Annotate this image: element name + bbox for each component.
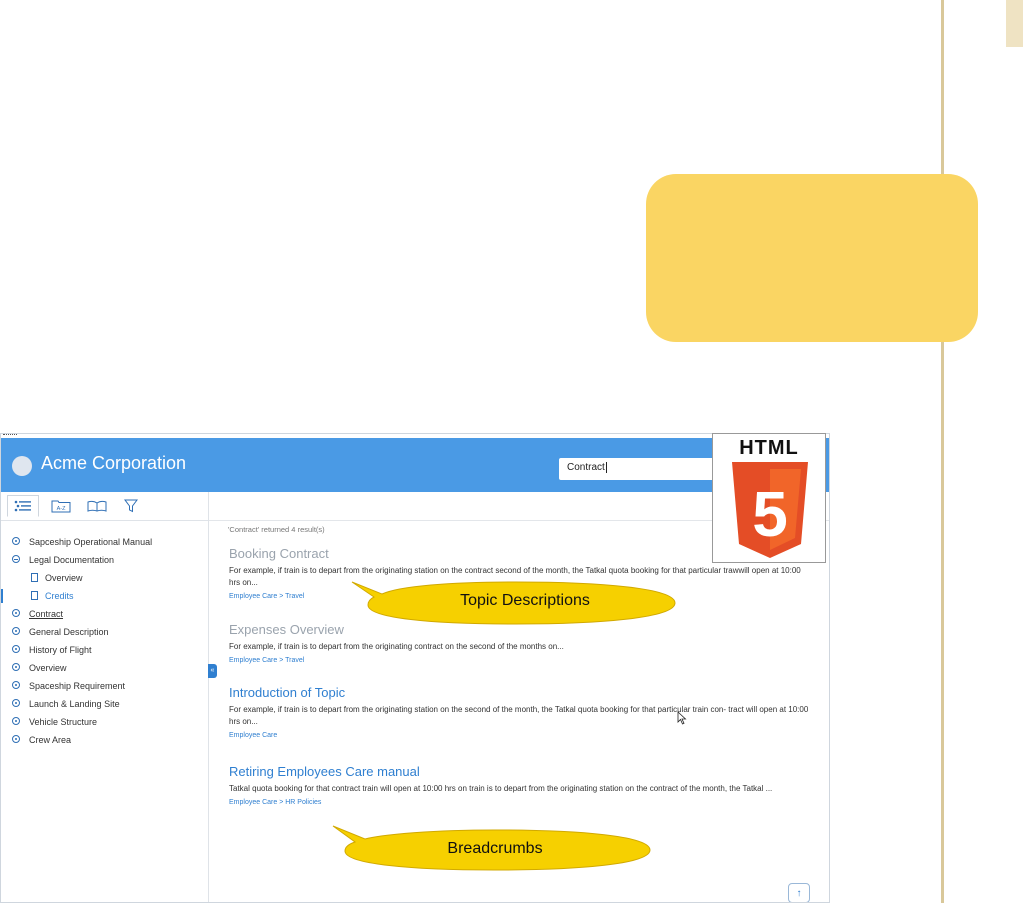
result-item: Expenses Overview For example, if train … bbox=[229, 622, 809, 664]
index-az-label: A-Z bbox=[57, 506, 67, 512]
html5-numeral: 5 bbox=[752, 478, 788, 550]
selection-marker bbox=[1, 589, 3, 603]
html5-logo-word: HTML bbox=[739, 437, 799, 459]
result-item: Introduction of Topic For example, if tr… bbox=[229, 685, 809, 739]
topic-descriptions-label: Topic Descriptions bbox=[460, 592, 590, 609]
tab-index[interactable]: A-Z bbox=[45, 495, 77, 517]
sidebar-tabs: A-Z bbox=[1, 492, 208, 521]
result-item: Retiring Employees Care manual Tatkal qu… bbox=[229, 764, 809, 806]
expand-icon[interactable] bbox=[12, 735, 20, 743]
toc-item[interactable]: Launch & Landing Site bbox=[1, 695, 208, 713]
search-input-value: Contract bbox=[567, 462, 605, 474]
slide-divider-line bbox=[941, 0, 944, 903]
expand-icon[interactable] bbox=[12, 699, 20, 707]
expand-icon[interactable] bbox=[12, 537, 20, 545]
yellow-highlight-box bbox=[646, 174, 978, 342]
breadcrumbs-label: Breadcrumbs bbox=[447, 840, 543, 857]
toc-item[interactable]: General Description bbox=[1, 623, 208, 641]
result-title-link[interactable]: Introduction of Topic bbox=[229, 685, 809, 700]
slide-corner-tab bbox=[1006, 0, 1023, 47]
expand-icon[interactable] bbox=[12, 627, 20, 635]
filter-icon bbox=[124, 499, 138, 513]
toc-subitem[interactable]: Overview bbox=[1, 569, 208, 587]
toc-item[interactable]: Spaceship Requirement bbox=[1, 677, 208, 695]
toc-item[interactable]: Contract bbox=[1, 605, 208, 623]
html5-logo-card: HTML 5 bbox=[712, 433, 826, 563]
result-breadcrumb[interactable]: Employee Care bbox=[229, 732, 809, 739]
expand-icon[interactable] bbox=[12, 717, 20, 725]
result-description: For example, if train is to depart from … bbox=[229, 705, 809, 726]
document-icon bbox=[31, 573, 38, 582]
toc-item[interactable]: History of Flight bbox=[1, 641, 208, 659]
company-logo-icon[interactable] bbox=[12, 456, 32, 476]
html5-shield-icon: 5 bbox=[732, 462, 808, 558]
toc-item[interactable]: Overview bbox=[1, 659, 208, 677]
app-header: Acme Corporation Contract bbox=[1, 438, 829, 492]
toc-list-icon bbox=[14, 500, 31, 512]
tab-toc[interactable] bbox=[7, 495, 39, 517]
toc-item[interactable]: Crew Area bbox=[1, 731, 208, 749]
toc-subitem-selected[interactable]: Credits bbox=[1, 587, 208, 605]
tab-glossary[interactable] bbox=[81, 495, 113, 517]
result-breadcrumb[interactable]: Employee Care > HR Policies bbox=[229, 799, 809, 806]
mouse-cursor-icon bbox=[677, 711, 687, 725]
result-description: For example, if train is to depart from … bbox=[229, 642, 564, 651]
app-title: Acme Corporation bbox=[41, 453, 187, 473]
search-input[interactable]: Contract bbox=[559, 458, 719, 480]
back-to-top-button[interactable]: ↑ bbox=[788, 883, 810, 902]
tab-filter[interactable] bbox=[115, 495, 147, 517]
expand-icon[interactable] bbox=[12, 681, 20, 689]
expand-icon[interactable] bbox=[12, 609, 20, 617]
toc-item[interactable]: Sapceship Operational Manual bbox=[1, 533, 208, 551]
toc-item[interactable]: Vehicle Structure bbox=[1, 713, 208, 731]
collapse-icon[interactable] bbox=[12, 555, 20, 563]
result-count: 'Contract' returned 4 result(s) bbox=[228, 525, 325, 534]
result-description: Tatkal quota booking for that contract t… bbox=[229, 784, 773, 793]
result-breadcrumb[interactable]: Employee Care > Travel bbox=[229, 657, 809, 664]
result-title-link[interactable]: Retiring Employees Care manual bbox=[229, 764, 809, 779]
sidebar: A-Z Sapceship Operational Manual Legal D… bbox=[1, 492, 209, 902]
document-icon bbox=[31, 591, 38, 600]
toc-tree: Sapceship Operational Manual Legal Docum… bbox=[1, 533, 208, 749]
expand-icon[interactable] bbox=[12, 645, 20, 653]
text-caret bbox=[605, 462, 607, 473]
expand-icon[interactable] bbox=[12, 663, 20, 671]
glossary-book-icon bbox=[87, 500, 107, 512]
index-az-icon: A-Z bbox=[51, 500, 71, 513]
toc-item[interactable]: Legal Documentation bbox=[1, 551, 208, 569]
